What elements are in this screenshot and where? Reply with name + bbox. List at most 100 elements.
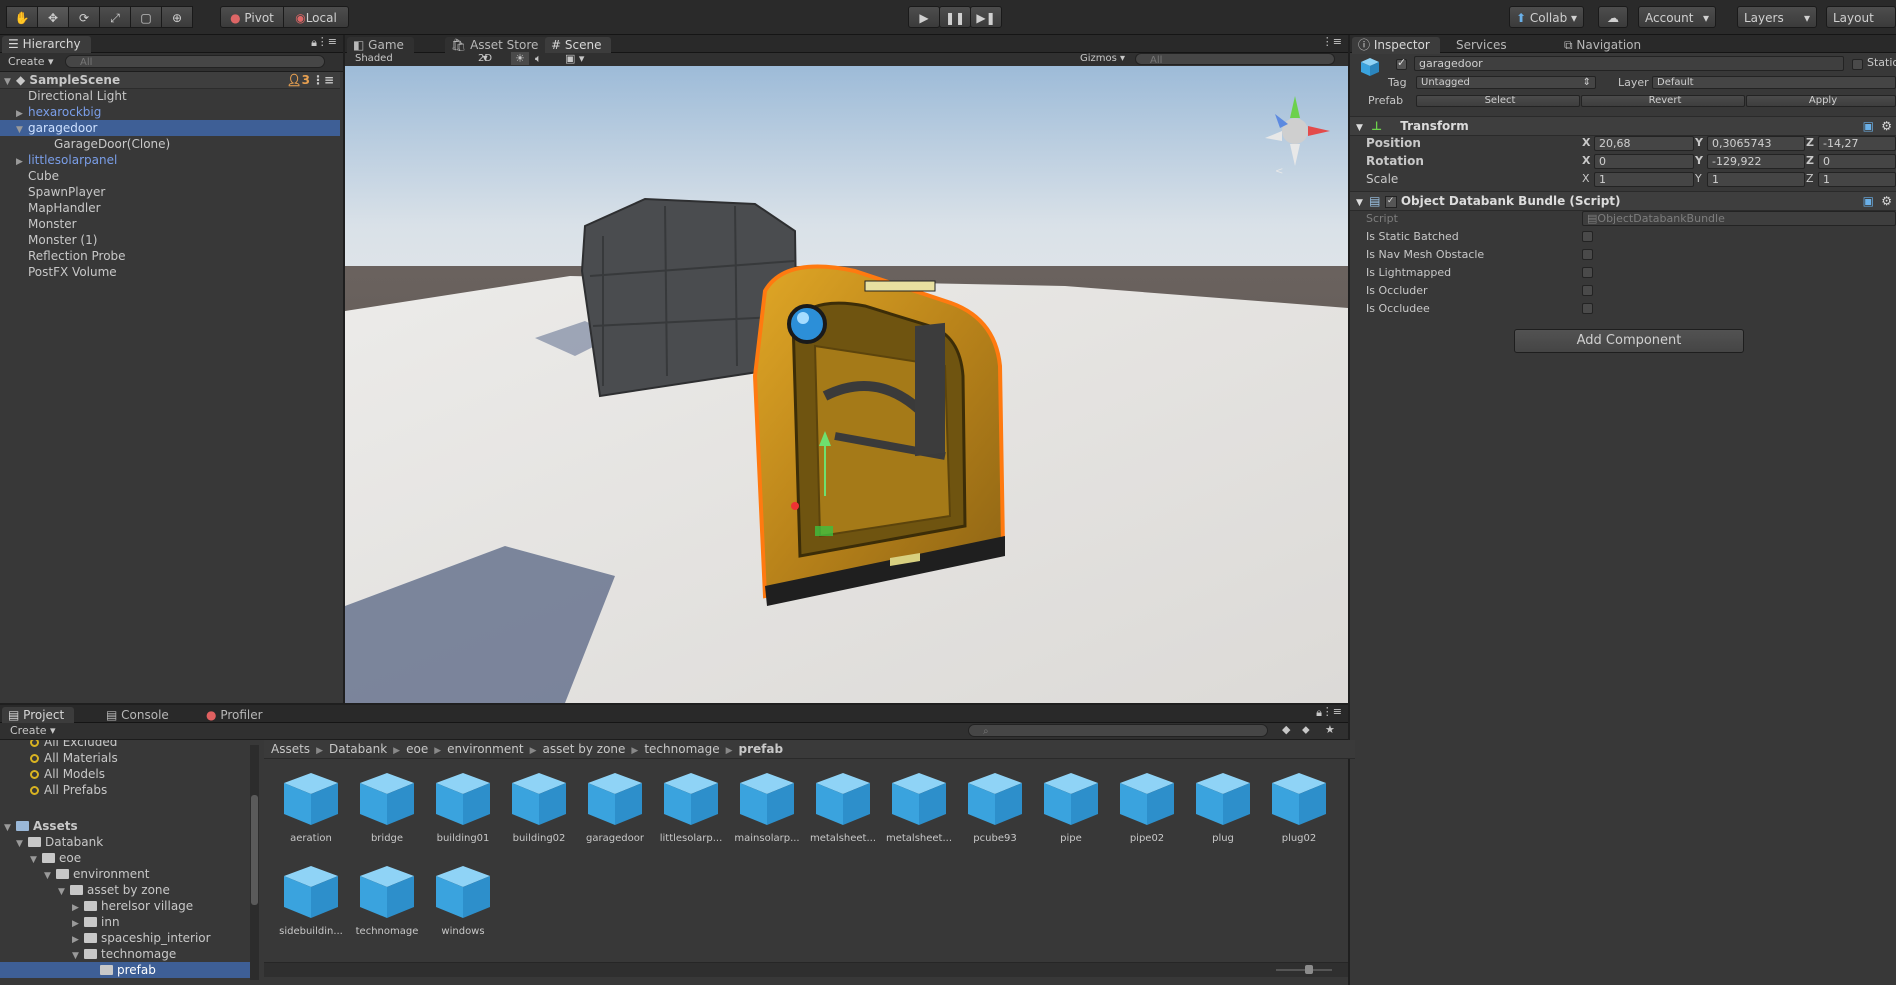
asset-item[interactable]: aeration xyxy=(273,771,349,844)
pivot-toggle[interactable]: ● Pivot xyxy=(220,6,284,28)
hierarchy-item[interactable]: ▼ garagedoor xyxy=(0,120,340,136)
hierarchy-item[interactable]: GarageDoor(Clone) xyxy=(0,136,340,152)
tab-navigation[interactable]: ⧉ Navigation xyxy=(1558,37,1651,54)
asset-item[interactable]: mainsolarp... xyxy=(729,771,805,844)
transform-expand-icon[interactable]: ▼ xyxy=(1356,123,1363,133)
step-button[interactable]: ▶❚ xyxy=(970,6,1002,28)
tree-eoe[interactable]: ▼ eoe xyxy=(0,850,255,866)
asset-item[interactable]: windows xyxy=(425,864,501,937)
prefab-revert-button[interactable]: Revert xyxy=(1581,95,1745,107)
tree-databank[interactable]: ▼ Databank xyxy=(0,834,255,850)
filter-label-icon[interactable]: ⬥ xyxy=(1302,723,1310,737)
mode-2d-toggle[interactable]: 2D xyxy=(478,53,492,64)
move-tool-button[interactable]: ✥ xyxy=(37,6,69,28)
hierarchy-create-button[interactable]: Create ▾ xyxy=(8,55,54,68)
filter-type-icon[interactable]: ◆ xyxy=(1282,723,1290,736)
hierarchy-item[interactable]: Monster (1) xyxy=(0,232,340,248)
prefab-apply-button[interactable]: Apply xyxy=(1746,95,1896,107)
scale-z-field[interactable]: 1 xyxy=(1818,172,1896,187)
tab-asset-store[interactable]: 🛍︎ Asset Store xyxy=(445,37,549,54)
asset-item[interactable]: metalsheet... xyxy=(805,771,881,844)
breadcrumb-item[interactable]: asset by zone xyxy=(542,742,625,756)
hierarchy-item[interactable]: ▶ hexarockbig xyxy=(0,104,340,120)
object-name-input[interactable]: garagedoor xyxy=(1414,56,1844,71)
breadcrumb-item[interactable]: technomage xyxy=(644,742,719,756)
script-expand-icon[interactable]: ▼ xyxy=(1356,198,1363,208)
prefab-select-button[interactable]: Select xyxy=(1416,95,1580,107)
rotation-x-field[interactable]: 0 xyxy=(1594,154,1694,169)
active-checkbox[interactable]: ✓ xyxy=(1396,56,1407,70)
scene-header[interactable]: ▼ ◆ SampleScene 👤︎3 ⋮≡ xyxy=(0,72,340,89)
gizmos-dropdown[interactable]: Gizmos ▾ xyxy=(1080,53,1125,64)
help-icon[interactable]: ▣ xyxy=(1863,117,1874,135)
scene-search-input[interactable]: All xyxy=(1135,53,1335,66)
asset-item[interactable]: sidebuildin... xyxy=(273,864,349,937)
cloud-button[interactable]: ☁ xyxy=(1598,6,1628,28)
tree-spaceship-interior[interactable]: ▶ spaceship_interior xyxy=(0,930,255,946)
tree-scrollbar[interactable] xyxy=(250,745,259,980)
hierarchy-item[interactable]: MapHandler xyxy=(0,200,340,216)
script-settings-icon[interactable]: ⚙ xyxy=(1881,192,1892,210)
position-y-field[interactable]: 0,3065743 xyxy=(1707,136,1805,151)
rotation-y-field[interactable]: -129,922 xyxy=(1707,154,1805,169)
collab-button[interactable]: ⬆ Collab ▾ xyxy=(1509,6,1584,28)
breadcrumb-item[interactable]: environment xyxy=(447,742,523,756)
asset-item[interactable]: metalsheet... xyxy=(881,771,957,844)
panel-menu-icon[interactable]: ⋮≡ xyxy=(317,35,337,48)
effects-toggle-icon[interactable]: ▣ ▾ xyxy=(565,52,584,65)
asset-item[interactable]: pipe xyxy=(1033,771,1109,844)
script-enabled-checkbox[interactable]: ✓ xyxy=(1384,195,1397,208)
rect-tool-button[interactable]: ▢ xyxy=(130,6,162,28)
script-field-checkbox[interactable] xyxy=(1582,249,1593,260)
static-checkbox[interactable] xyxy=(1852,59,1863,70)
hierarchy-item[interactable]: PostFX Volume xyxy=(0,264,340,280)
project-create-button[interactable]: Create ▾ xyxy=(10,724,56,737)
asset-item[interactable]: pcube93 xyxy=(957,771,1033,844)
layers-dropdown[interactable]: Layers ▾ xyxy=(1737,6,1817,28)
script-help-icon[interactable]: ▣ xyxy=(1863,192,1874,210)
tab-game[interactable]: ◧ Game xyxy=(347,37,414,54)
asset-item[interactable]: littlesolarp... xyxy=(653,771,729,844)
position-x-field[interactable]: 20,68 xyxy=(1594,136,1694,151)
pause-button[interactable]: ❚❚ xyxy=(939,6,971,28)
favorite-item[interactable]: All Materials xyxy=(0,750,255,766)
favorite-item[interactable]: All Models xyxy=(0,766,255,782)
tree-scrollbar-thumb[interactable] xyxy=(251,795,258,905)
favorite-item[interactable]: All Prefabs xyxy=(0,782,255,798)
tab-project[interactable]: ▤ Project xyxy=(2,707,75,724)
local-toggle[interactable]: ◉Local xyxy=(283,6,349,28)
asset-item[interactable]: building02 xyxy=(501,771,577,844)
hierarchy-search-input[interactable]: All xyxy=(65,55,325,68)
breadcrumb-item[interactable]: Assets xyxy=(271,742,310,756)
tree-asset-by-zone[interactable]: ▼ asset by zone xyxy=(0,882,255,898)
scale-tool-button[interactable]: ⤢ xyxy=(99,6,131,28)
shading-dropdown[interactable]: Shaded ▾ xyxy=(355,53,488,64)
hierarchy-item[interactable]: Cube xyxy=(0,168,340,184)
add-component-button[interactable]: Add Component xyxy=(1514,329,1744,353)
scene-panel-menu-icon[interactable]: ⋮≡ xyxy=(1322,35,1342,48)
script-field[interactable]: ▤ObjectDatabankBundle xyxy=(1582,211,1896,226)
script-field-checkbox[interactable] xyxy=(1582,285,1593,296)
project-menu-icon[interactable]: ⋮≡ xyxy=(1322,705,1342,718)
breadcrumb-item[interactable]: Databank xyxy=(329,742,387,756)
tree-inn[interactable]: ▶ inn xyxy=(0,914,255,930)
transform-settings-icon[interactable]: ⚙ xyxy=(1881,117,1892,135)
tree-herelsor-village[interactable]: ▶ herelsor village xyxy=(0,898,255,914)
scale-x-field[interactable]: 1 xyxy=(1594,172,1694,187)
asset-item[interactable]: bridge xyxy=(349,771,425,844)
rotation-z-field[interactable]: 0 xyxy=(1818,154,1896,169)
asset-item[interactable]: building01 xyxy=(425,771,501,844)
asset-item[interactable]: plug xyxy=(1185,771,1261,844)
transform-header[interactable]: ▼ ⊥ Transform ▣ ⚙ xyxy=(1350,116,1896,136)
scene-viewport[interactable]: < xyxy=(345,66,1348,703)
tree-technomage[interactable]: ▼ technomage xyxy=(0,946,255,962)
favorite-item[interactable]: All Excluded xyxy=(0,740,255,750)
favorite-star-icon[interactable]: ★ xyxy=(1325,723,1335,736)
asset-item[interactable]: garagedoor xyxy=(577,771,653,844)
tab-services[interactable]: Services xyxy=(1450,37,1517,54)
asset-item[interactable]: plug02 xyxy=(1261,771,1337,844)
hierarchy-item[interactable]: Monster xyxy=(0,216,340,232)
layer-dropdown[interactable]: Default xyxy=(1652,76,1896,89)
rotate-tool-button[interactable]: ⟳ xyxy=(68,6,100,28)
scene-menu-icon[interactable]: ⋮≡ xyxy=(312,72,334,88)
